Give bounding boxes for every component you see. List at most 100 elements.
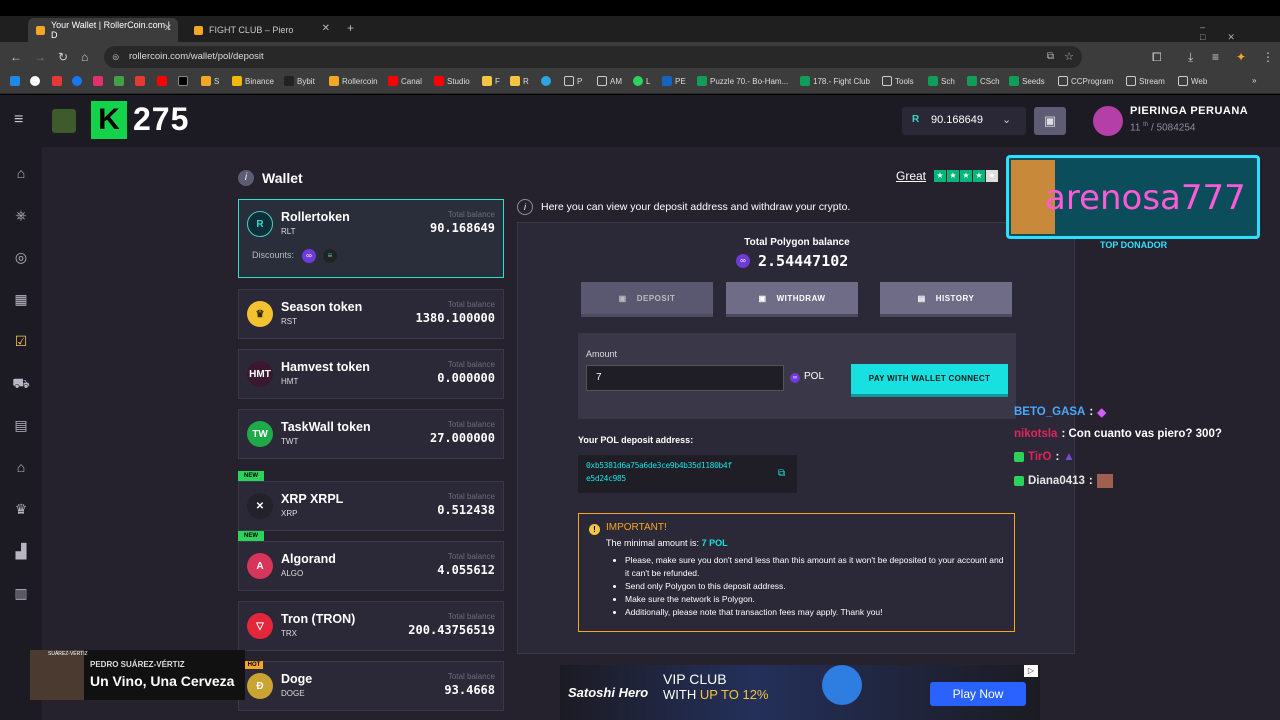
back-icon[interactable]: ← [10,50,22,64]
bookmark-seeds[interactable]: Seeds [1009,76,1045,86]
url-field[interactable]: ⊜ rollercoin.com/wallet/pol/deposit ⧉ ☆ [104,46,1082,68]
bookmark-canal[interactable]: Canal [388,76,422,86]
bookmark-web[interactable]: Web [1178,76,1207,86]
home-icon[interactable]: ⌂ [81,50,88,64]
token-card[interactable]: ✕ XRP XRPL XRP Total balance 0.512438 [238,481,504,531]
store-icon[interactable]: ▤ [12,417,30,433]
bookmark-icon[interactable] [52,76,62,86]
miners-icon[interactable]: ▟ [12,543,30,559]
site-info-icon[interactable]: ⊜ [112,46,120,68]
tasks-icon[interactable]: ☑ [12,333,30,349]
ad-banner[interactable]: Satoshi Hero VIP CLUB WITH UP TO 12% Pla… [560,665,1040,720]
address-label: Your POL deposit address: [578,435,694,445]
bookmark-fight-club[interactable]: 178.- Fight Club [800,76,870,86]
install-icon[interactable]: ⧉ [1047,46,1054,68]
amount-input[interactable]: 7 [586,365,784,391]
ad-close-icon[interactable]: ▷ [1024,665,1038,677]
withdraw-button[interactable]: ▣ WITHDRAW [726,282,858,314]
bookmark-am[interactable]: AM [597,76,622,86]
bookmark-puzzle[interactable]: Puzzle 70.- Bo-Ham... [697,76,788,86]
close-tab-icon[interactable]: ✕ [322,23,330,34]
balance-dropdown[interactable]: R 90.168649 ⌄ [902,107,1026,135]
bookmark-bybit[interactable]: Bybit [284,76,315,86]
total-balance-label: Total balance [447,552,495,561]
trophy-icon[interactable]: ♛ [12,501,30,517]
bookmark-binance[interactable]: Binance [232,76,274,86]
token-card[interactable]: R Rollertoken RLT Total balance 90.168649 [238,199,504,278]
bookmark-icon[interactable] [10,76,20,86]
tab-fight-club[interactable]: FIGHT CLUB – Piero ✕ [186,18,336,42]
pay-wallet-connect-button[interactable]: PAY WITH WALLET CONNECT [851,364,1008,394]
token-symbol: DOGE [281,689,305,698]
close-tab-icon[interactable]: ✕ [164,23,172,34]
rating-label[interactable]: Great [896,169,926,183]
bookmark-icon[interactable] [178,76,188,86]
forward-icon[interactable]: → [34,50,46,64]
play-now-button[interactable]: Play Now [930,682,1026,706]
new-tab-icon[interactable]: + [347,21,354,35]
token-name: Algorand [281,552,336,566]
menu-toggle-icon[interactable]: ≡ [14,111,23,129]
media-icon[interactable]: ≡ [1212,50,1219,64]
marketplace-icon[interactable]: ▦ [12,291,30,307]
bookmark-pe[interactable]: PE [662,76,686,86]
avatar-pixel [52,109,76,133]
token-name: Hamvest token [281,360,370,374]
bookmark-sch[interactable]: Sch [928,76,955,86]
history-button[interactable]: ▤ HISTORY [880,282,1012,314]
amount-label: Amount [586,349,618,359]
bookmark-icon[interactable] [93,76,103,86]
bookmark-l[interactable]: L [633,76,650,86]
bookmark-icon[interactable] [157,76,167,86]
important-notes: Please, make sure you don't send less th… [607,554,1007,619]
bookmark-stream[interactable]: Stream [1126,76,1165,86]
bookmark-icon[interactable] [72,76,82,86]
bookmarks-overflow-icon[interactable]: » [1252,76,1256,85]
extensions-icon[interactable]: ⧠ [1152,50,1162,65]
window-controls[interactable]: –□✕ [1200,22,1280,43]
tab-wallet[interactable]: Your Wallet | RollerCoin.com | D ✕ [28,18,178,42]
deposit-button[interactable]: ▣ DEPOSIT [581,282,713,314]
bookmark-icon[interactable] [541,76,551,86]
bookmark-csch[interactable]: CSch [967,76,1000,86]
wallet-title: Wallet [262,170,303,186]
copy-icon[interactable]: ⧉ [778,468,785,479]
bookmark-icon[interactable] [135,76,145,86]
token-card[interactable]: Ð Doge DOGE Total balance 93.4668 [238,661,504,711]
star-icon: ★ [947,170,959,182]
wallet-icon[interactable]: ▣ [1034,107,1066,135]
token-card[interactable]: A Algorand ALGO Total balance 4.055612 [238,541,504,591]
token-card[interactable]: TW TaskWall token TWT Total balance 27.00000… [238,409,504,459]
room-icon[interactable]: ⌂ [12,459,30,475]
extension-icon[interactable]: ✦ [1236,50,1246,64]
bookmark-p[interactable]: P [564,76,582,86]
bookmark-r[interactable]: R [510,76,529,86]
ad-mascot [822,665,862,705]
info-text: Here you can view your deposit address a… [541,201,851,213]
gamepad-icon[interactable]: ⎈ [12,207,30,223]
star-icon[interactable]: ☆ [1064,46,1074,68]
bookmark-s[interactable]: S [201,76,219,86]
star-icon: ★ [934,170,946,182]
news-icon[interactable]: ▥ [12,585,30,601]
star-icon: ★ [986,170,998,182]
user-avatar[interactable] [1093,106,1123,136]
reload-icon[interactable]: ↻ [58,50,68,64]
bookmark-studio[interactable]: Studio [434,76,470,86]
cart-icon[interactable]: ⛟ [12,375,30,391]
bookmark-f[interactable]: F [482,76,500,86]
bookmark-icon[interactable] [114,76,124,86]
token-symbol: XRP [281,509,298,518]
token-card[interactable]: HMT Hamvest token HMT Total balance 0.000000 [238,349,504,399]
token-icon: ▽ [247,613,273,639]
bookmark-tools[interactable]: Tools [882,76,914,86]
bookmark-icon[interactable] [30,76,40,86]
token-card[interactable]: ▽ Tron (TRON) TRX Total balance 200.43756519 [238,601,504,651]
rlt-coin-icon[interactable]: ◎ [12,249,30,265]
menu-icon[interactable]: ⋮ [1262,50,1274,64]
home-icon[interactable]: ⌂ [12,165,30,181]
bookmark-rollercoin[interactable]: Rollercoin [329,76,378,86]
token-card[interactable]: ♛ Season token RST Total balance 1380.100000 [238,289,504,339]
bookmark-ccprogram[interactable]: CCProgram [1058,76,1113,86]
download-icon[interactable]: ⤓ [1188,50,1193,65]
